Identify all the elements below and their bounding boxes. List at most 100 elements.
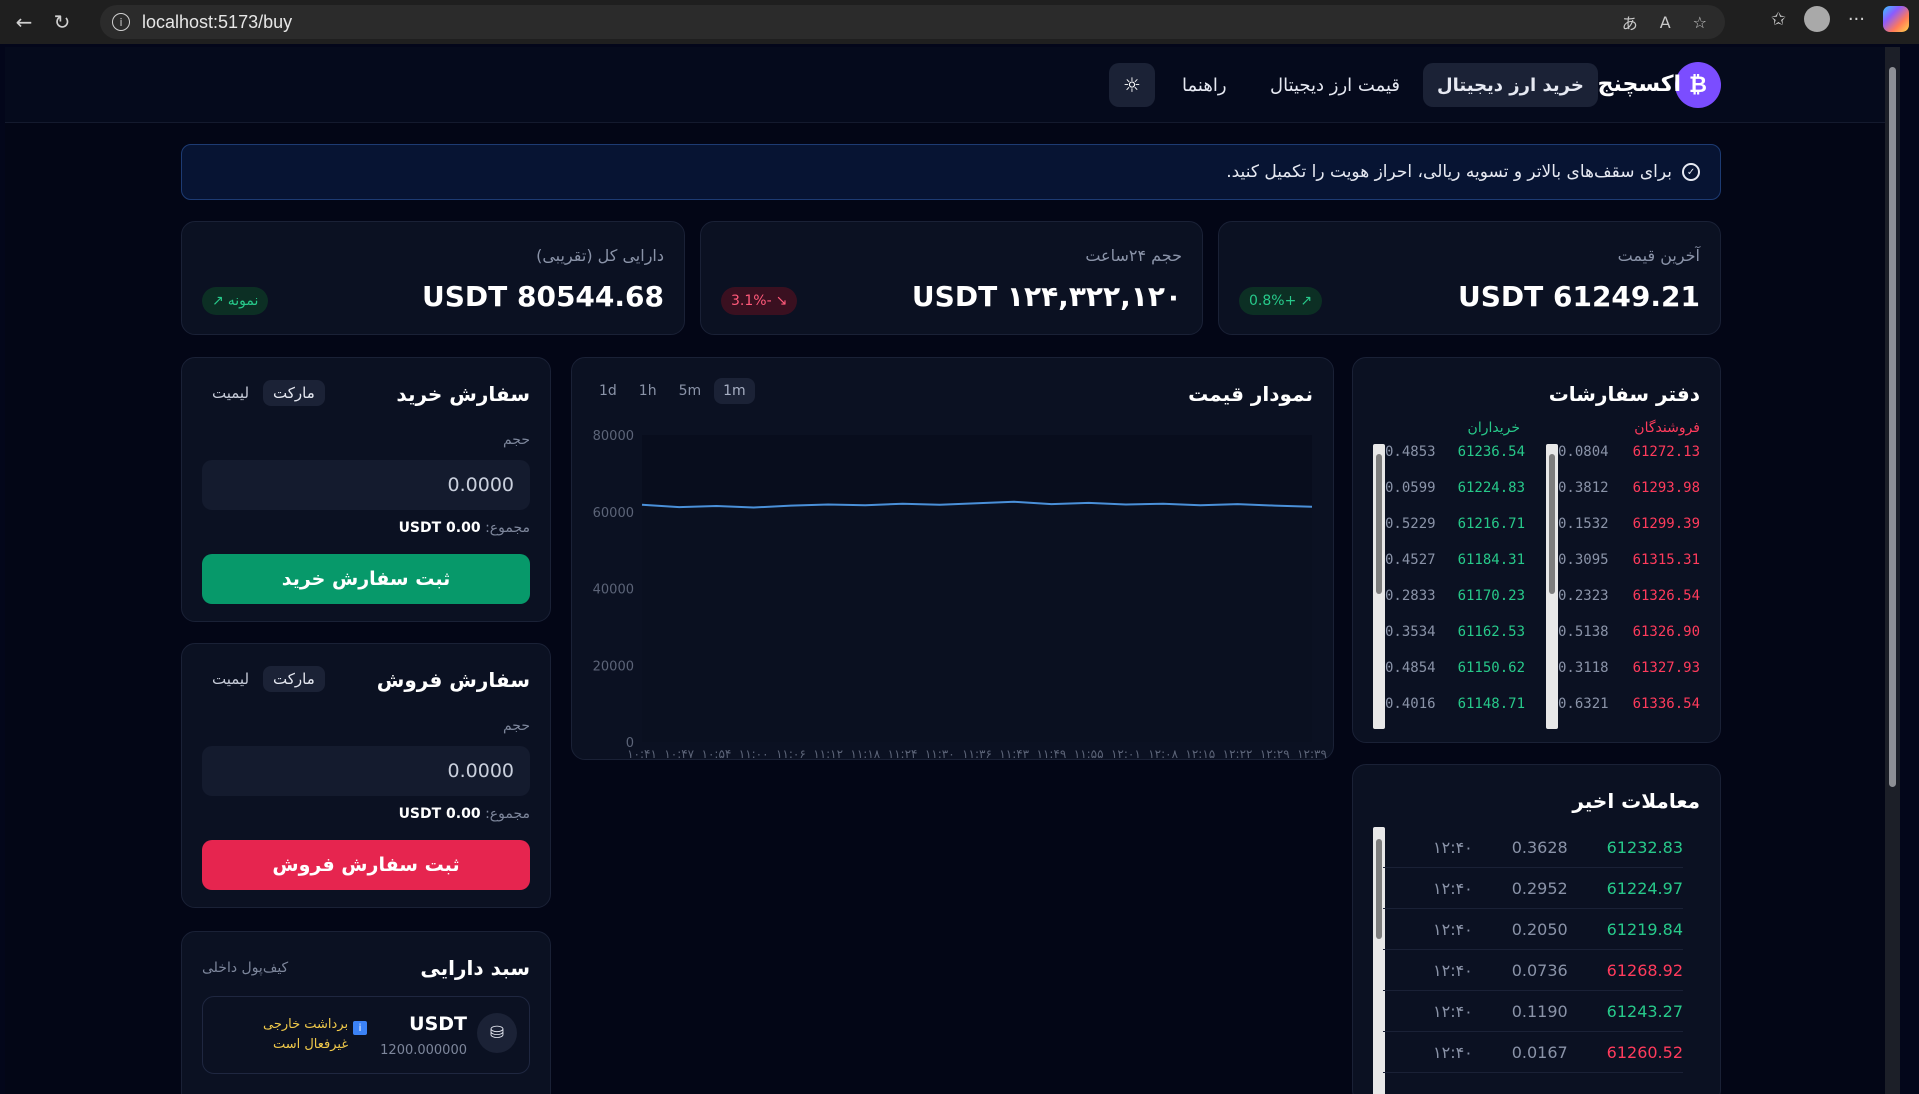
x-tick-label: ۱۲:۱۵ [1185,747,1215,761]
nav-crypto-prices[interactable]: قیمت ارز دیجیتال [1256,63,1414,107]
panel-title: سفارش خرید [396,382,530,406]
asset-symbol: USDT [409,1013,467,1035]
panel-title: دفتر سفارشات [1548,382,1700,406]
trend-up-icon: ↗ [1300,293,1313,309]
trade-row: 61243.27 0.1190 ۱۲:۴۰ [1383,991,1683,1032]
buy-volume-input[interactable]: 0.0000 [202,460,530,510]
favorite-star-icon[interactable]: ☆ [1693,13,1707,32]
buyer-price: 61216.71 [1457,516,1525,532]
bitcoin-logo-icon: ₿ [1675,62,1721,108]
trend-badge: 3.1%- ↘ [721,287,798,315]
asset-row-usdt[interactable]: ⛁ USDT 1200.000000 i برداشت خارجی غیرفعا… [202,996,530,1074]
buy-order-panel: سفارش خرید مارکت لیمیت حجم 0.0000 مجموع:… [181,357,551,622]
x-tick-label: ۱۲:۲۲ [1223,747,1253,761]
tab-limit[interactable]: لیمیت [202,380,259,406]
submit-buy-button[interactable]: ثبت سفارش خرید [202,554,530,604]
submit-sell-button[interactable]: ثبت سفارش فروش [202,840,530,890]
x-tick-label: ۱۱:۵۵ [1074,747,1104,761]
stat-card-volume: حجم ۲۴ساعت USDT ۱۲۴,۳۲۲,۱۲۰ 3.1%- ↘ [700,221,1203,335]
favorites-icon[interactable]: ✩ [1771,9,1786,30]
x-tick-label: ۱۱:۳۶ [962,747,992,761]
read-aloud-icon[interactable]: A [1660,13,1671,32]
seller-amount: 0.5138 [1558,624,1609,640]
seller-amount: 0.6321 [1558,696,1609,712]
profile-avatar[interactable] [1803,6,1830,32]
back-icon[interactable]: ← [10,8,38,36]
order-type-switch: مارکت لیمیت [202,666,325,692]
buyer-amount: 0.4854 [1385,660,1436,676]
buyer-price: 61170.23 [1457,588,1525,604]
tab-market[interactable]: مارکت [263,380,325,406]
volume-label: حجم [502,432,530,448]
sample-badge: ↗ نمونه [202,287,269,315]
stat-card-last-price: آخرین قیمت USDT 61249.21 0.8%+ ↗ [1218,221,1721,335]
buyer-amount: 0.0599 [1385,480,1436,496]
stat-label: دارایی کل (تقریبی) [536,246,664,265]
x-tick-label: ۱۱:۰۶ [776,747,806,761]
url-text: localhost:5173/buy [142,11,293,32]
buyer-amount: 0.4853 [1385,444,1436,460]
check-circle-icon: ✓ [1682,163,1700,181]
buyer-amount: 0.2833 [1385,588,1436,604]
x-tick-label: ۱۱:۱۸ [850,747,880,761]
buyer-price: 61224.83 [1457,480,1525,496]
trade-amount: 0.2050 [1511,919,1568,939]
seller-price: 61326.54 [1632,588,1700,604]
seller-amount: 0.3812 [1558,480,1609,496]
trade-row: 61219.84 0.2050 ۱۲:۴۰ [1383,909,1683,950]
sell-volume-input[interactable]: 0.0000 [202,746,530,796]
app-viewport: ₿ اکسچنج‌فا خرید ارز دیجیتال قیمت ارز دی… [5,47,1900,1094]
buy-total: مجموع: USDT 0.00 [398,520,530,536]
trade-time: ۱۲:۴۰ [1433,1042,1473,1062]
price-area-fill [642,501,1312,742]
sellers-scrollbar[interactable] [1546,444,1558,729]
x-tick-label: ۱۰:۵۴ [702,747,732,761]
info-icon: i [353,1021,367,1035]
buyers-scrollbar[interactable] [1373,444,1385,729]
copilot-icon[interactable] [1883,6,1909,32]
trade-row: 61232.83 0.3628 ۱۲:۴۰ [1383,827,1683,868]
buyer-price: 61236.54 [1457,444,1525,460]
translate-icon[interactable]: あ [1622,10,1638,34]
trade-amount: 0.2952 [1511,878,1568,898]
y-tick-label: 80000 [593,429,634,444]
stat-label: آخرین قیمت [1617,246,1700,265]
browser-toolbar: ← ↻ i localhost:5173/buy あ A ☆ ✩ ··· [0,0,1919,44]
portfolio-panel: سبد دارایی کیف‌پول داخلی ⛁ USDT 1200.000… [181,931,551,1094]
page-scrollbar[interactable] [1885,47,1900,1094]
trade-price: 61260.52 [1606,1042,1683,1062]
x-tick-label: ۱۲:۰۸ [1148,747,1178,761]
trade-row: 61260.52 0.0167 ۱۲:۴۰ [1383,1032,1683,1073]
trade-price: 61232.83 [1606,837,1683,857]
stat-card-total-assets: دارایی کل (تقریبی) USDT 80544.68 ↗ نمونه [181,221,685,335]
buyers-label: خریداران [1467,420,1520,436]
wallet-subtitle: کیف‌پول داخلی [202,960,289,976]
trade-price: 61243.27 [1606,1001,1683,1021]
info-icon[interactable]: i [112,13,130,31]
trade-time: ۱۲:۴۰ [1433,878,1473,898]
seller-amount: 0.3095 [1558,552,1609,568]
reload-icon[interactable]: ↻ [48,8,76,36]
buyer-amount: 0.5229 [1385,516,1436,532]
x-tick-label: ۱۲:۲۹ [1260,747,1290,761]
x-tick-label: ۱۰:۴۱ [627,747,657,761]
stat-value: USDT 80544.68 [421,280,664,313]
trade-price: 61268.92 [1606,960,1683,980]
y-tick-label: 20000 [593,659,634,674]
seller-price: 61326.90 [1632,624,1700,640]
tab-market[interactable]: مارکت [263,666,325,692]
address-bar[interactable]: i localhost:5173/buy あ A ☆ [100,5,1725,39]
panel-title: سفارش فروش [376,668,530,692]
seller-price: 61272.13 [1632,444,1700,460]
price-chart[interactable]: 800006000040000200000۱۰:۴۱ ۱۰:۴۷ ۱۰:۵۴ ۱۱:۰… [572,358,1335,761]
more-icon[interactable]: ··· [1848,9,1865,30]
trade-row: 61224.97 0.2952 ۱۲:۴۰ [1383,868,1683,909]
nav-guide[interactable]: راهنما [1168,63,1241,107]
theme-toggle-sun-icon[interactable]: ☼ [1109,63,1155,107]
tab-limit[interactable]: لیمیت [202,666,259,692]
kyc-notice: ✓ برای سقف‌های بالاتر و تسویه ریالی، احر… [181,144,1721,200]
nav-buy-crypto[interactable]: خرید ارز دیجیتال [1423,63,1598,107]
stat-label: حجم ۲۴ساعت [1085,246,1182,265]
seller-amount: 0.0804 [1558,444,1609,460]
seller-price: 61327.93 [1632,660,1700,676]
